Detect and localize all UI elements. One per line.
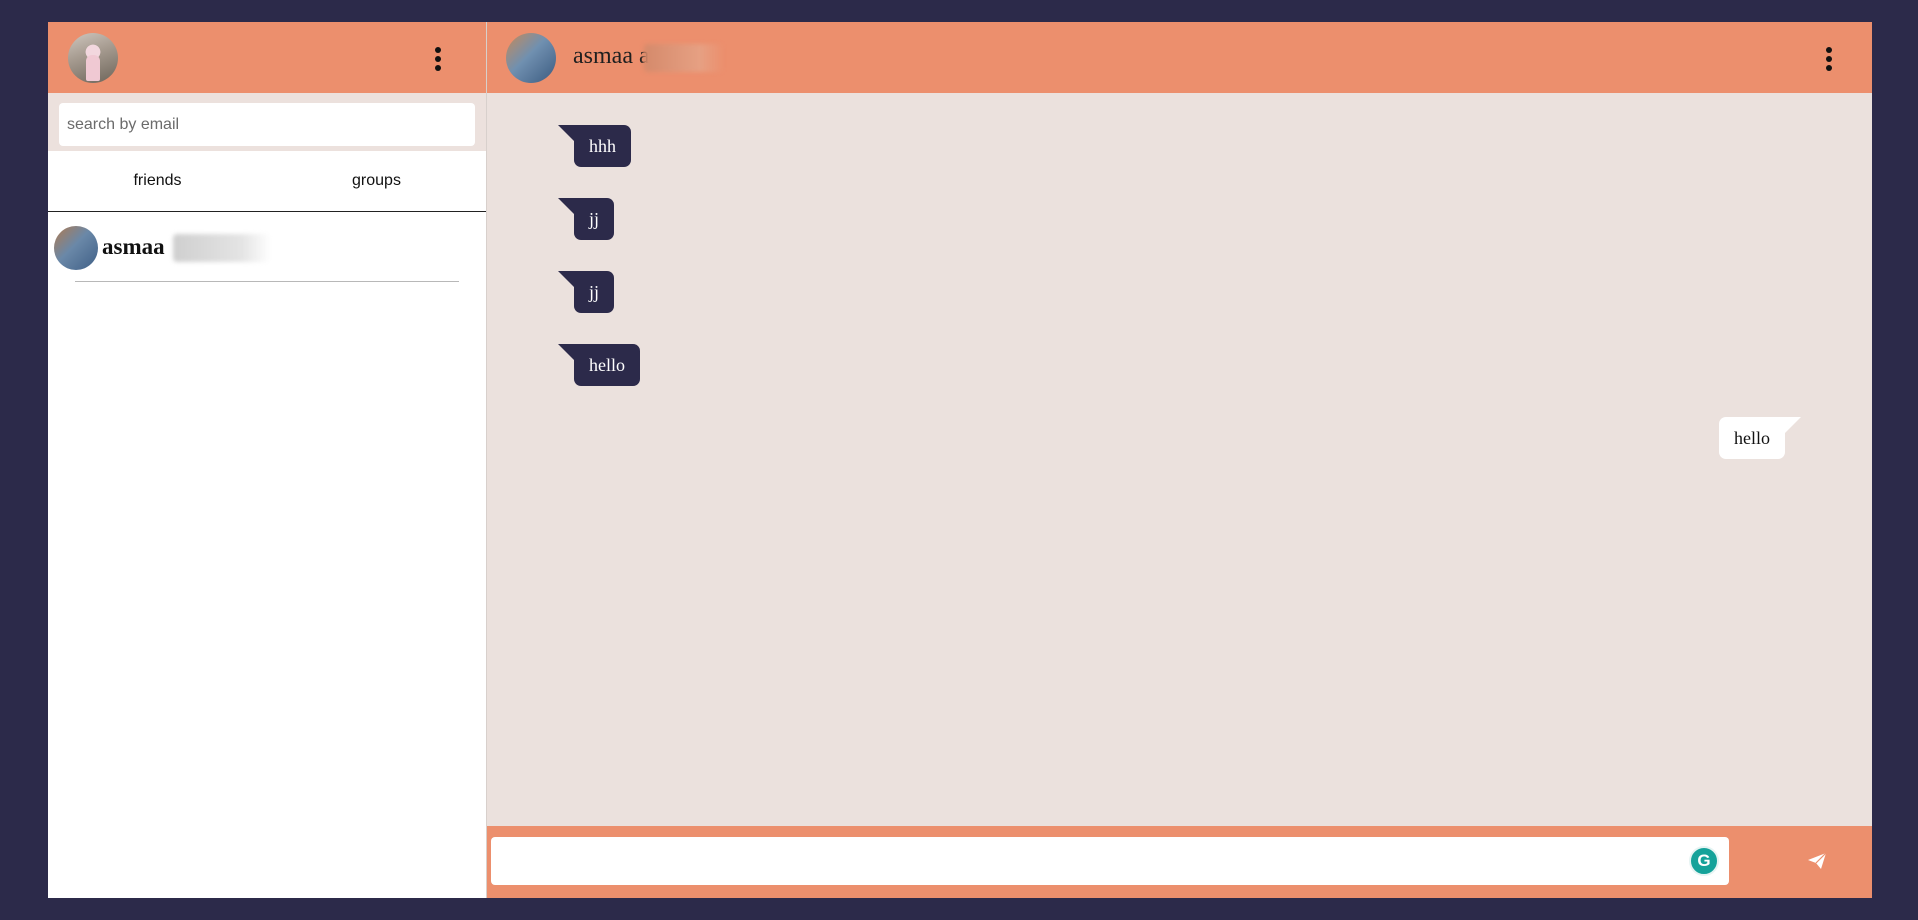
redacted-text [644, 44, 724, 72]
contact-divider [75, 281, 459, 282]
contact-name: asmaa [102, 234, 165, 259]
message-incoming: hello [558, 344, 640, 386]
message-incoming: jj [557, 198, 615, 240]
message-input[interactable] [491, 837, 1729, 885]
paper-plane-icon [1808, 852, 1827, 869]
sidebar: friends groups asmaa [48, 22, 487, 898]
chat-header: asmaa a [487, 22, 1872, 93]
message-composer: G [487, 826, 1872, 898]
chat-panel: asmaa a hhh jj jj hello hello G [487, 22, 1872, 898]
message-incoming: jj [557, 271, 615, 313]
contact-avatar [54, 226, 98, 270]
chat-contact-avatar[interactable] [506, 33, 556, 83]
search-bar [48, 93, 486, 151]
message-list: hhh jj jj hello hello [487, 93, 1872, 826]
sidebar-tabs: friends groups [48, 151, 486, 212]
chat-app: friends groups asmaa asmaa a hhh jj jj h… [48, 22, 1872, 898]
contact-item[interactable]: asmaa [48, 212, 486, 282]
chat-menu-icon[interactable] [1826, 47, 1832, 74]
sidebar-header [48, 22, 486, 93]
sidebar-menu-icon[interactable] [435, 47, 441, 74]
chat-contact-name: asmaa a [573, 43, 650, 69]
grammarly-icon[interactable]: G [1689, 846, 1719, 876]
tab-friends[interactable]: friends [48, 151, 267, 211]
user-avatar[interactable] [68, 33, 118, 83]
send-button[interactable] [1767, 837, 1867, 885]
search-input[interactable] [59, 103, 475, 146]
message-outgoing: hello [1719, 417, 1801, 459]
tab-groups[interactable]: groups [267, 151, 486, 211]
message-incoming: hhh [558, 125, 631, 167]
redacted-text [173, 234, 271, 262]
